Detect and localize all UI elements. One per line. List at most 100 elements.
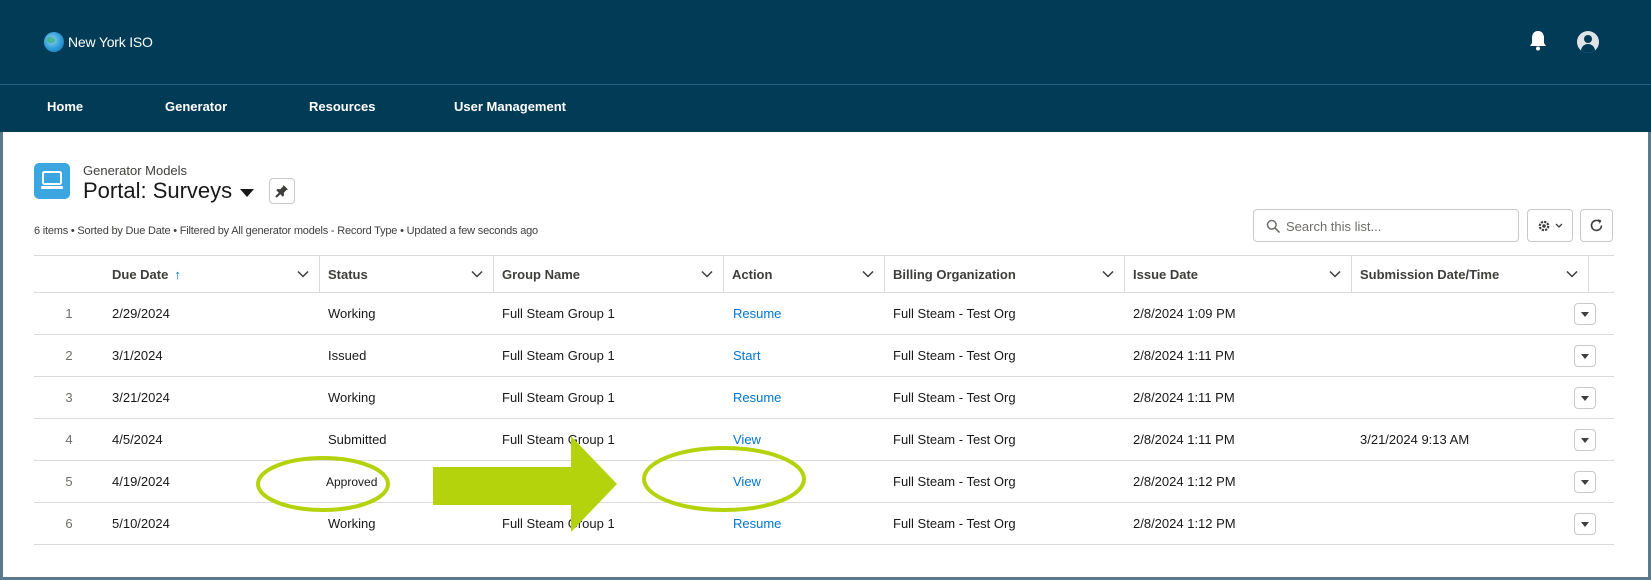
billing-organization-cell: Full Steam - Test Org (893, 432, 1016, 447)
pin-list-button[interactable] (269, 178, 295, 204)
status-cell: Working (328, 516, 376, 531)
column-header-label: Billing Organization (893, 267, 1016, 282)
nav-bar: Home Generator Resources User Management (0, 84, 1651, 132)
group-name-cell: Full Steam Group 1 (502, 306, 615, 321)
chevron-down-icon[interactable] (1329, 270, 1341, 278)
column-header-label: Submission Date/Time (1360, 267, 1500, 282)
status-cell: Working (328, 306, 376, 321)
column-header-label: Issue Date (1133, 267, 1199, 282)
issue-date-cell: 2/8/2024 1:11 PM (1133, 390, 1235, 405)
row-actions-button[interactable] (1574, 429, 1596, 451)
due-date-cell: 4/19/2024 (112, 474, 170, 489)
pin-icon (275, 185, 288, 198)
status-cell: Working (328, 390, 376, 405)
table-row: 3 3/21/2024 Working Full Steam Group 1 R… (34, 377, 1614, 419)
row-number: 2 (65, 348, 73, 363)
issue-date-cell: 2/8/2024 1:12 PM (1133, 516, 1236, 531)
globe-icon (44, 32, 64, 52)
billing-organization-cell: Full Steam - Test Org (893, 306, 1016, 321)
table-row: 6 5/10/2024 Working Full Steam Group 1 R… (34, 503, 1614, 545)
row-number: 6 (65, 516, 73, 531)
list-view-name: Portal: Surveys (83, 178, 233, 203)
submission-date-cell: 3/21/2024 9:13 AM (1360, 432, 1470, 447)
chevron-down-icon[interactable] (297, 270, 309, 278)
column-header-label: Due Date (112, 267, 169, 282)
column-header-label: Status (328, 267, 368, 282)
column-header-label: Action (732, 267, 773, 282)
logo-text: New York ISO (68, 34, 153, 50)
list-view-title[interactable]: Portal: Surveys (83, 178, 255, 204)
column-header-group-name[interactable]: Group Name (494, 256, 724, 293)
status-cell: Issued (328, 348, 367, 363)
nav-item-generator[interactable]: Generator (165, 99, 227, 114)
column-header-issue-date[interactable]: Issue Date (1125, 256, 1352, 293)
row-number: 4 (65, 432, 73, 447)
billing-organization-cell: Full Steam - Test Org (893, 390, 1016, 405)
table-row: 1 2/29/2024 Working Full Steam Group 1 R… (34, 293, 1614, 335)
row-actions-button[interactable] (1574, 387, 1596, 409)
chevron-down-icon[interactable] (701, 270, 713, 278)
row-actions-button[interactable] (1574, 345, 1596, 367)
chevron-down-icon[interactable] (471, 270, 483, 278)
issue-date-cell: 2/8/2024 1:09 PM (1133, 306, 1236, 321)
column-header-due-date[interactable]: Due Date ↑ (104, 256, 320, 293)
column-header-billing-organization[interactable]: Billing Organization (885, 256, 1125, 293)
chevron-down-icon[interactable] (1102, 270, 1114, 278)
due-date-cell: 5/10/2024 (112, 516, 170, 531)
gear-icon (1538, 220, 1550, 231)
table-row: 5 4/19/2024 Approved View Full Steam - T… (34, 461, 1614, 503)
action-link[interactable]: View (733, 461, 761, 502)
column-header-status[interactable]: Status (320, 256, 494, 293)
due-date-cell: 2/29/2024 (112, 306, 170, 321)
status-cell: Submitted (328, 432, 387, 447)
generator-model-object-icon (34, 163, 70, 199)
nav-item-resources[interactable]: Resources (309, 99, 375, 114)
action-link[interactable]: View (733, 419, 761, 460)
list-view-controls-button[interactable] (1527, 209, 1573, 242)
search-box[interactable] (1253, 209, 1519, 242)
billing-organization-cell: Full Steam - Test Org (893, 474, 1016, 489)
action-link[interactable]: Resume (733, 503, 781, 544)
column-header-label: Group Name (502, 267, 581, 282)
chevron-down-icon[interactable] (862, 270, 874, 278)
status-cell: Approved (326, 474, 378, 489)
table-header-row: Due Date ↑ Status Group Name Action Bill… (34, 255, 1614, 293)
bell-icon[interactable] (1528, 29, 1548, 51)
refresh-icon (1590, 219, 1603, 232)
issue-date-cell: 2/8/2024 1:11 PM (1133, 348, 1235, 363)
chevron-down-icon[interactable] (1566, 270, 1578, 278)
list-info-text: 6 items • Sorted by Due Date • Filtered … (34, 225, 538, 237)
group-name-cell: Full Steam Group 1 (502, 432, 615, 447)
issue-date-cell: 2/8/2024 1:11 PM (1133, 432, 1235, 447)
list-view-switcher-icon[interactable] (240, 188, 255, 197)
app-logo[interactable]: New York ISO (44, 32, 153, 52)
nav-item-home[interactable]: Home (47, 99, 83, 114)
laptop-icon (41, 171, 63, 189)
billing-organization-cell: Full Steam - Test Org (893, 516, 1016, 531)
action-link[interactable]: Start (733, 335, 760, 376)
refresh-button[interactable] (1580, 209, 1613, 242)
user-avatar-icon[interactable] (1577, 31, 1599, 53)
action-link[interactable]: Resume (733, 293, 781, 334)
issue-date-cell: 2/8/2024 1:12 PM (1133, 474, 1236, 489)
action-link[interactable]: Resume (733, 377, 781, 418)
chevron-down-icon (1555, 223, 1563, 228)
due-date-cell: 3/1/2024 (112, 348, 163, 363)
due-date-cell: 4/5/2024 (112, 432, 163, 447)
nav-item-user-management[interactable]: User Management (454, 99, 566, 114)
group-name-cell: Full Steam Group 1 (502, 390, 615, 405)
row-actions-button[interactable] (1574, 513, 1596, 535)
search-input[interactable] (1286, 216, 1511, 236)
due-date-cell: 3/21/2024 (112, 390, 170, 405)
table-row: 4 4/5/2024 Submitted Full Steam Group 1 … (34, 419, 1614, 461)
table-row: 2 3/1/2024 Issued Full Steam Group 1 Sta… (34, 335, 1614, 377)
global-header: New York ISO (0, 0, 1651, 84)
object-label: Generator Models (83, 163, 188, 178)
column-header-action[interactable]: Action (724, 256, 885, 293)
search-icon (1266, 219, 1280, 233)
row-number: 1 (65, 306, 73, 321)
column-header-submission-date-time[interactable]: Submission Date/Time (1352, 256, 1589, 293)
row-actions-button[interactable] (1574, 471, 1596, 493)
row-actions-button[interactable] (1574, 303, 1596, 325)
sort-ascending-icon: ↑ (174, 267, 181, 282)
